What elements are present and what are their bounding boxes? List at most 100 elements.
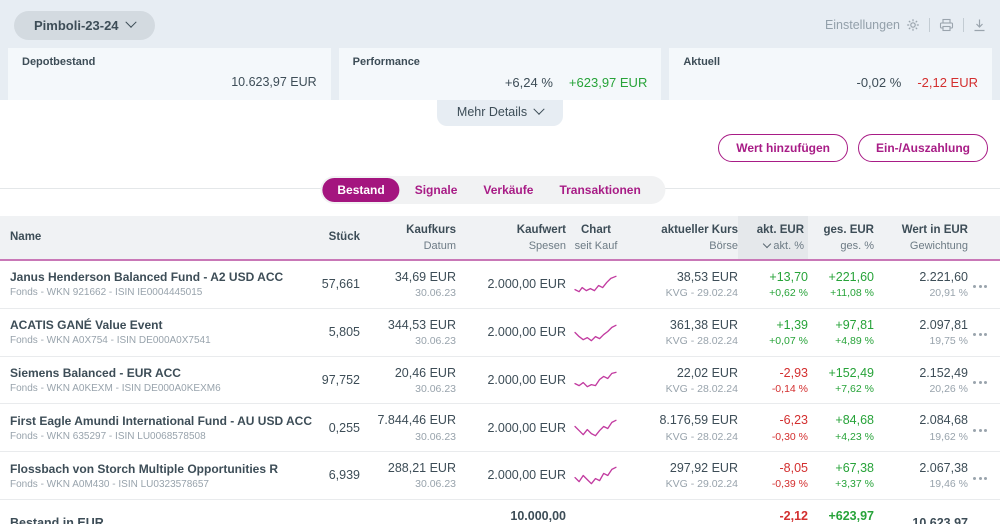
tab-signale[interactable]: Signale (404, 179, 469, 201)
table-row: First Eagle Amundi International Fund - … (0, 404, 1000, 452)
akt-pct-value: +0,07 % (738, 335, 808, 348)
column-header-kaufkurs[interactable]: Kaufkurs Datum (360, 216, 456, 259)
akt-pct-value: -0,14 % (738, 383, 808, 396)
akt-eur-value: +13,70 (738, 269, 808, 285)
tab-verkaeufe[interactable]: Verkäufe (472, 179, 544, 201)
boerse-info: KVG - 29.02.24 (626, 287, 738, 300)
kauf-datum: 30.06.23 (360, 287, 456, 300)
kaufwert-value: 2.000,00 EUR (456, 420, 566, 436)
kaufkurs-value: 288,21 EUR (360, 460, 456, 476)
column-header-stueck[interactable]: Stück (304, 223, 360, 252)
kaufwert-value: 2.000,00 EUR (456, 467, 566, 483)
ges-eur-value: +152,49 (808, 365, 874, 381)
sort-descending-icon (763, 240, 771, 248)
position-name-link[interactable]: First Eagle Amundi International Fund - … (10, 414, 304, 428)
depotbestand-value: 10.623,97 EUR (231, 74, 316, 90)
gewichtung-value: 20,91 % (874, 287, 968, 300)
kaufwert-value: 2.000,00 EUR (456, 324, 566, 340)
wert-in-eur-value: 2.152,49 (874, 365, 968, 381)
position-name-link[interactable]: Janus Henderson Balanced Fund - A2 USD A… (10, 270, 304, 284)
row-menu-icon[interactable] (973, 378, 987, 387)
stueck-value: 57,661 (304, 276, 360, 292)
ges-eur-value: +67,38 (808, 460, 874, 476)
row-menu-icon[interactable] (973, 330, 987, 339)
wert-in-eur-value: 2.097,81 (874, 317, 968, 333)
akt-eur-value: -6,23 (738, 412, 808, 428)
tab-transaktionen[interactable]: Transaktionen (548, 179, 651, 201)
ges-eur-value: +84,68 (808, 412, 874, 428)
akt-pct-value: +0,62 % (738, 287, 808, 300)
ges-pct-value: +11,08 % (808, 287, 874, 300)
kauf-datum: 30.06.23 (360, 478, 456, 491)
tab-bar: Bestand Signale Verkäufe Transaktionen (320, 176, 665, 204)
export-button[interactable] (973, 18, 986, 32)
sparkline-chart (574, 465, 618, 486)
column-header-wert-in-eur[interactable]: Wert in EUR Gewichtung (874, 216, 968, 259)
akt-pct-value: -0,39 % (738, 478, 808, 491)
wert-in-eur-value: 2.084,68 (874, 412, 968, 428)
ges-eur-value: +97,81 (808, 317, 874, 333)
column-header-menu-spacer (968, 231, 992, 244)
akt-eur-value: -2,93 (738, 365, 808, 381)
table-row: ACATIS GANÉ Value Event Fonds - WKN A0X7… (0, 309, 1000, 357)
summary-kaufwert: 10.000,00 (456, 509, 566, 523)
wert-in-eur-value: 2.221,60 (874, 269, 968, 285)
summary-ges-eur: +623,97 (808, 509, 874, 523)
column-header-aktueller-kurs[interactable]: aktueller Kurs Börse (626, 216, 738, 259)
ges-pct-value: +3,37 % (808, 478, 874, 491)
column-header-name[interactable]: Name (10, 223, 304, 252)
more-details-label: Mehr Details (457, 105, 527, 119)
row-menu-icon[interactable] (973, 426, 987, 435)
position-info: Fonds - WKN A0KEXM - ISIN DE000A0KEXM6 (10, 383, 304, 394)
settings-label: Einstellungen (825, 18, 900, 32)
aktueller-kurs-value: 22,02 EUR (626, 365, 738, 381)
card-depotbestand: Depotbestand 10.623,97 EUR (8, 48, 331, 100)
card-label: Aktuell (683, 56, 978, 68)
gewichtung-value: 19,75 % (874, 335, 968, 348)
boerse-info: KVG - 29.02.24 (626, 478, 738, 491)
portfolio-selector[interactable]: Pimboli-23-24 (14, 11, 155, 40)
settings-button[interactable]: Einstellungen (825, 18, 920, 32)
add-value-button[interactable]: Wert hinzufügen (718, 134, 848, 162)
tab-bestand[interactable]: Bestand (322, 178, 399, 202)
print-button[interactable] (939, 18, 954, 32)
card-aktuell: Aktuell -0,02 % -2,12 EUR (669, 48, 992, 100)
sparkline-chart (574, 369, 618, 390)
payment-button[interactable]: Ein-/Auszahlung (858, 134, 988, 162)
kaufwert-value: 2.000,00 EUR (456, 372, 566, 388)
more-details-button[interactable]: Mehr Details (437, 100, 563, 126)
column-header-ges-eur[interactable]: ges. EUR ges. % (808, 216, 874, 259)
table-header: Name Stück Kaufkurs Datum Kaufwert Spese… (0, 216, 1000, 261)
column-header-kaufwert[interactable]: Kaufwert Spesen (456, 216, 566, 259)
summary-row-bestand: Bestand in EUR 10.000,00 0,00 -2,12 -0,0… (0, 500, 1000, 524)
card-performance: Performance +6,24 % +623,97 EUR (339, 48, 662, 100)
header-band: Pimboli-23-24 Einstellungen (0, 0, 1000, 100)
position-info: Fonds - WKN A0X754 - ISIN DE000A0X7541 (10, 335, 304, 346)
card-label: Depotbestand (22, 56, 317, 68)
position-info: Fonds - WKN 921662 - ISIN IE0004445015 (10, 287, 304, 298)
boerse-info: KVG - 28.02.24 (626, 431, 738, 444)
aktueller-kurs-value: 361,38 EUR (626, 317, 738, 333)
chevron-down-icon (533, 104, 544, 115)
kaufwert-value: 2.000,00 EUR (456, 276, 566, 292)
gear-icon (906, 18, 920, 32)
row-menu-icon[interactable] (973, 474, 987, 483)
table-row: Janus Henderson Balanced Fund - A2 USD A… (0, 261, 1000, 309)
sparkline-chart (574, 322, 618, 343)
divider (963, 18, 964, 32)
row-menu-icon[interactable] (973, 282, 987, 291)
kauf-datum: 30.06.23 (360, 431, 456, 444)
gewichtung-value: 20,26 % (874, 383, 968, 396)
card-label: Performance (353, 56, 648, 68)
column-header-akt-eur-sorted[interactable]: akt. EUR akt. % (738, 216, 808, 259)
kaufkurs-value: 7.844,46 EUR (360, 412, 456, 428)
position-name-link[interactable]: Siemens Balanced - EUR ACC (10, 366, 304, 380)
performance-amount: +623,97 EUR (569, 75, 647, 90)
position-name-link[interactable]: Flossbach von Storch Multiple Opportunit… (10, 462, 304, 476)
table-row: Siemens Balanced - EUR ACC Fonds - WKN A… (0, 357, 1000, 405)
ges-eur-value: +221,60 (808, 269, 874, 285)
gewichtung-value: 19,62 % (874, 431, 968, 444)
aktueller-kurs-value: 38,53 EUR (626, 269, 738, 285)
position-name-link[interactable]: ACATIS GANÉ Value Event (10, 318, 304, 332)
sparkline-chart (574, 274, 618, 295)
